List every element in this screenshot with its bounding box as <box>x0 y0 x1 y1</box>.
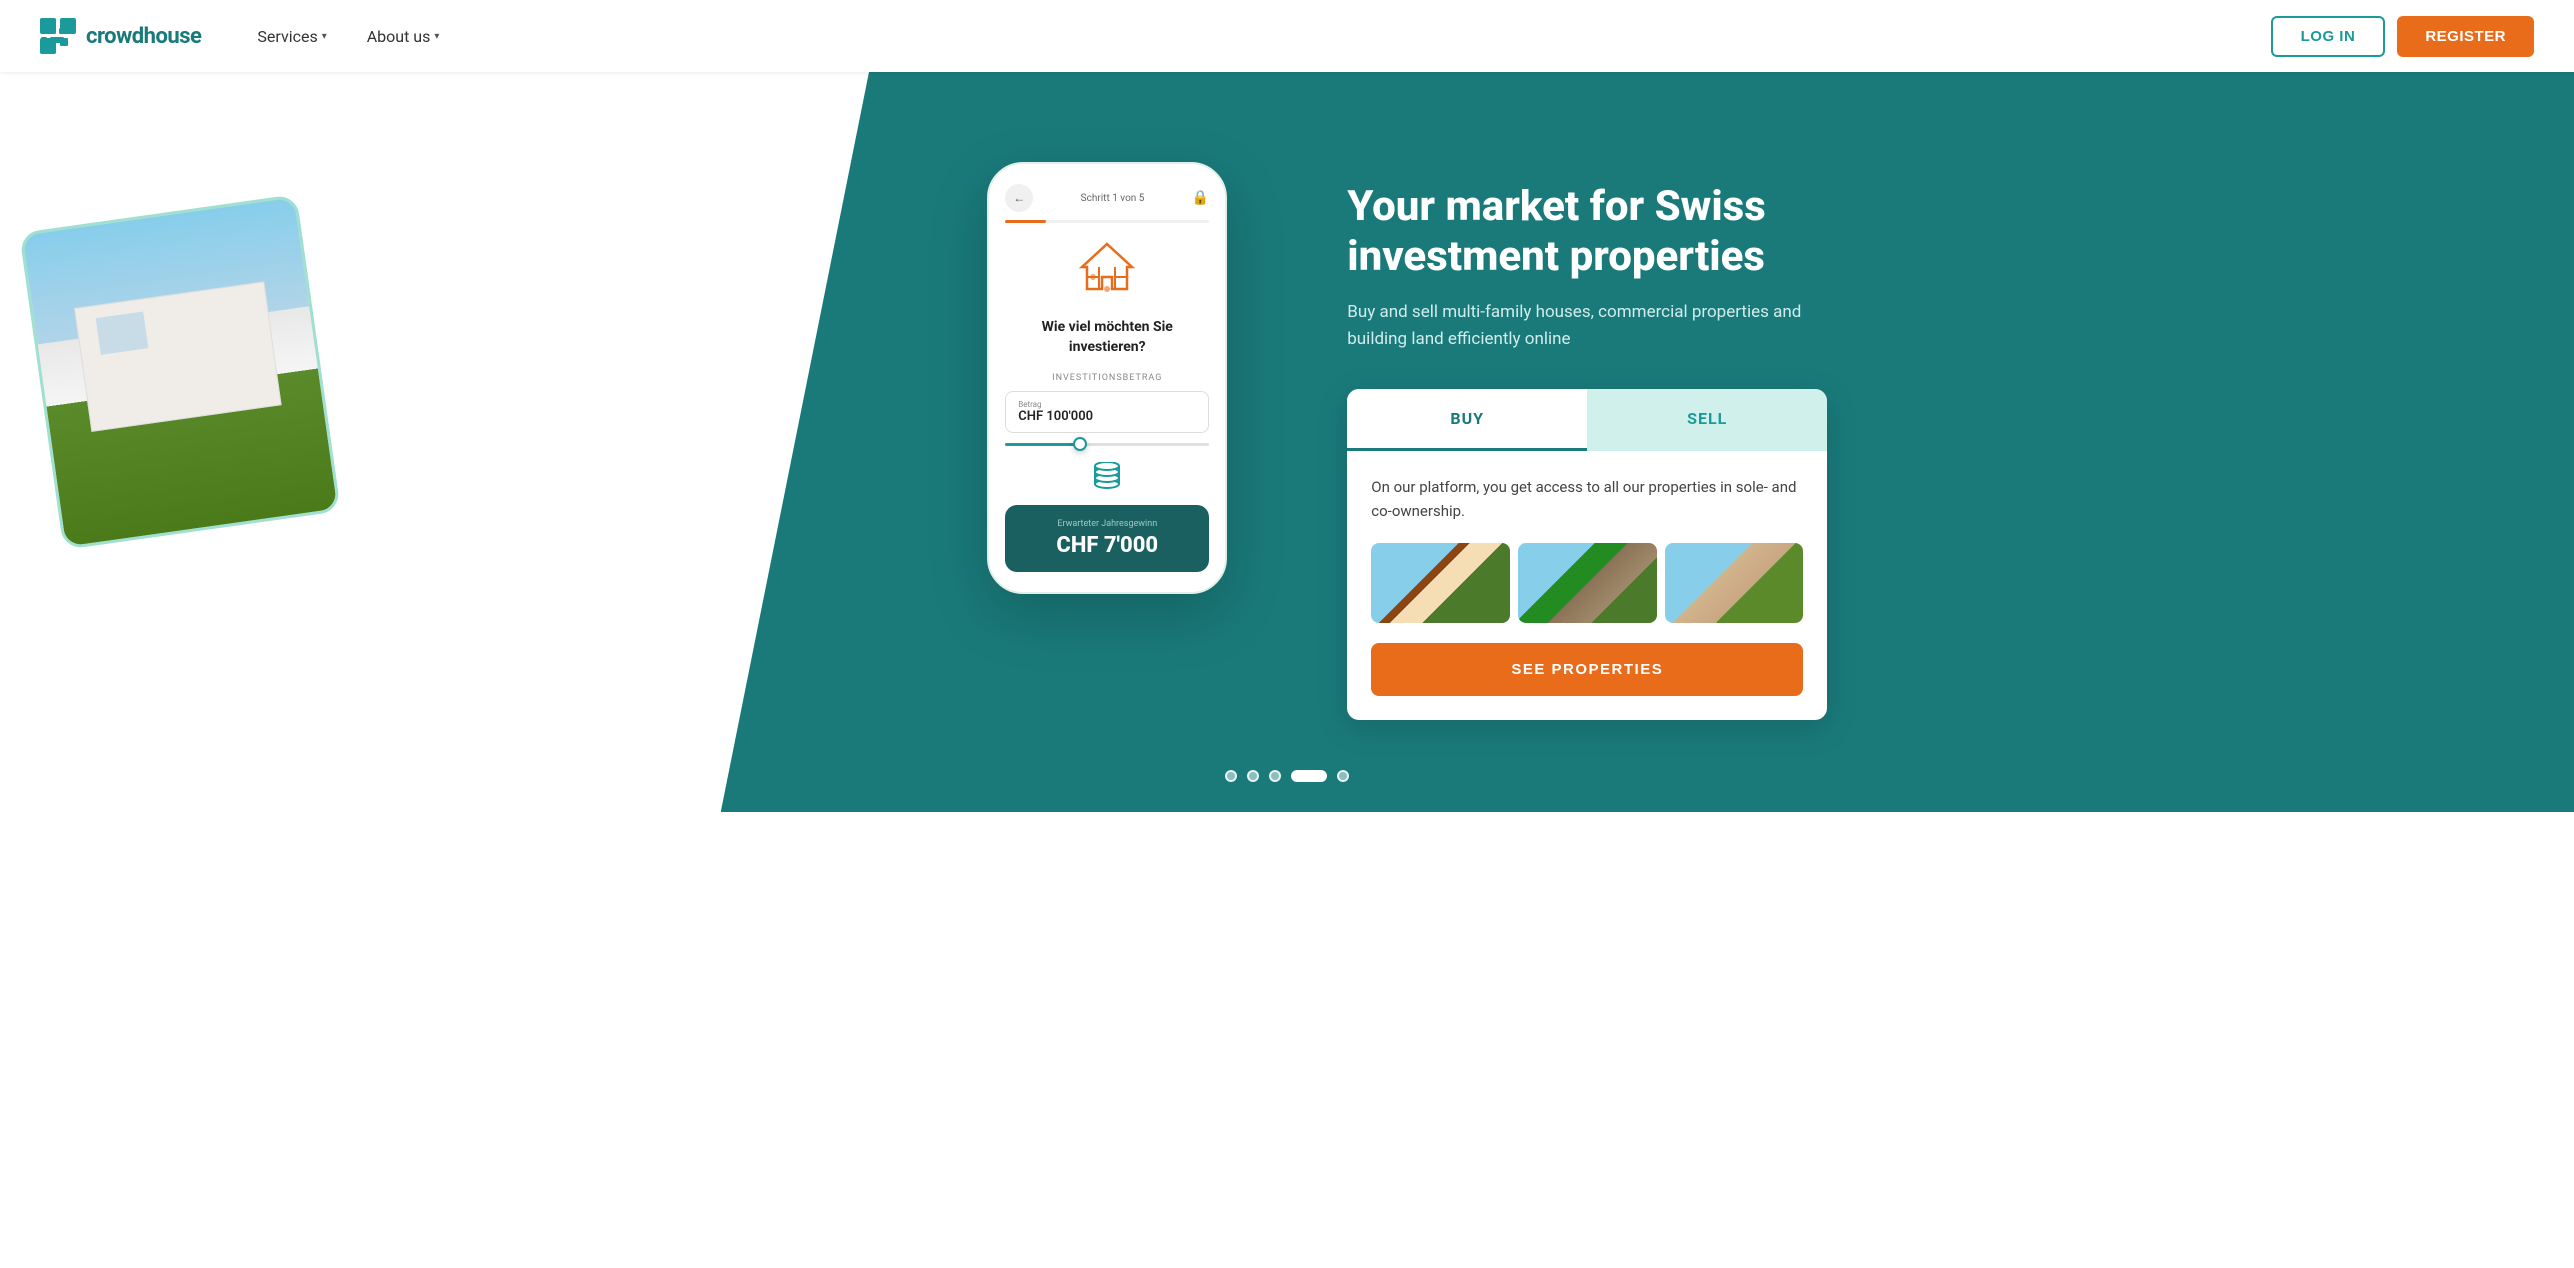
building-photo-card <box>19 194 341 550</box>
nav-services[interactable]: Services ▾ <box>241 19 342 54</box>
logo-icon <box>40 18 76 54</box>
logo[interactable]: crowdhouse <box>40 18 201 54</box>
phone-slider-thumb[interactable] <box>1073 437 1087 451</box>
logo-text: crowdhouse <box>86 24 201 49</box>
widget-body: On our platform, you get access to all o… <box>1347 451 1827 720</box>
phone-slider-track <box>1005 443 1209 446</box>
phone-progress-fill <box>1005 220 1046 223</box>
nav-services-label: Services <box>257 27 317 46</box>
phone-mockup: ← Schritt 1 von 5 🔒 <box>987 162 1227 594</box>
chevron-down-icon: ▾ <box>322 31 327 42</box>
property-image-2 <box>1518 543 1657 623</box>
phone-betrag-label: Betrag <box>1018 400 1196 409</box>
phone-result-value: CHF 7'000 <box>1019 533 1195 558</box>
phone-question: Wie viel möchten Sie investieren? <box>1005 318 1209 357</box>
dot-1[interactable] <box>1225 770 1237 782</box>
phone-amount-value: CHF 100'000 <box>1018 409 1196 424</box>
widget-tabs: BUY SELL <box>1347 389 1827 451</box>
property-images <box>1371 543 1803 623</box>
building-image <box>22 197 337 546</box>
tab-buy[interactable]: BUY <box>1347 389 1587 451</box>
property-image-3 <box>1665 543 1804 623</box>
phone-amount-input[interactable]: Betrag CHF 100'000 <box>1005 391 1209 433</box>
phone-result-box: Erwarteter Jahresgewinn CHF 7'000 <box>1005 505 1209 572</box>
phone-back-button[interactable]: ← <box>1005 184 1033 212</box>
dot-4-active[interactable] <box>1291 770 1327 782</box>
coin-stack-icon <box>1005 462 1209 497</box>
login-button[interactable]: LOG IN <box>2271 16 2386 57</box>
lock-icon: 🔒 <box>1192 190 1209 206</box>
hero-section: ← Schritt 1 von 5 🔒 <box>0 72 2574 812</box>
hero-subtitle: Buy and sell multi-family houses, commer… <box>1347 299 1807 353</box>
hero-title: Your market for Swiss investment propert… <box>1347 182 1827 283</box>
building-facade <box>74 281 281 432</box>
tab-sell[interactable]: SELL <box>1587 389 1827 451</box>
header-actions: LOG IN REGISTER <box>2271 16 2534 57</box>
hero-content: ← Schritt 1 von 5 🔒 <box>0 72 2574 812</box>
dot-2[interactable] <box>1247 770 1259 782</box>
nav-about[interactable]: About us ▾ <box>351 19 456 54</box>
hero-left-mockups: ← Schritt 1 von 5 🔒 <box>0 132 1307 752</box>
phone-top-bar: ← Schritt 1 von 5 🔒 <box>1005 184 1209 212</box>
phone-step-text: Schritt 1 von 5 <box>1081 193 1145 204</box>
header: crowdhouse Services ▾ About us ▾ LOG IN … <box>0 0 2574 72</box>
phone-investment-label: INVESTITIONSBETRAG <box>1005 373 1209 383</box>
phone-slider-fill <box>1005 443 1076 446</box>
widget-description: On our platform, you get access to all o… <box>1371 475 1803 523</box>
register-button[interactable]: REGISTER <box>2397 16 2534 57</box>
carousel-dots <box>1225 770 1349 782</box>
phone-result-label: Erwarteter Jahresgewinn <box>1019 519 1195 529</box>
phone-progress-bar <box>1005 220 1209 223</box>
dot-5[interactable] <box>1337 770 1349 782</box>
main-nav: Services ▾ About us ▾ <box>241 19 2270 54</box>
nav-about-label: About us <box>367 27 431 46</box>
see-properties-button[interactable]: SEE PROPERTIES <box>1371 643 1803 696</box>
chevron-down-icon: ▾ <box>434 31 439 42</box>
dot-3[interactable] <box>1269 770 1281 782</box>
hero-right-content: Your market for Swiss investment propert… <box>1307 132 2514 720</box>
house-puzzle-icon <box>1005 239 1209 306</box>
property-image-1 <box>1371 543 1510 623</box>
buy-sell-widget: BUY SELL On our platform, you get access… <box>1347 389 1827 720</box>
